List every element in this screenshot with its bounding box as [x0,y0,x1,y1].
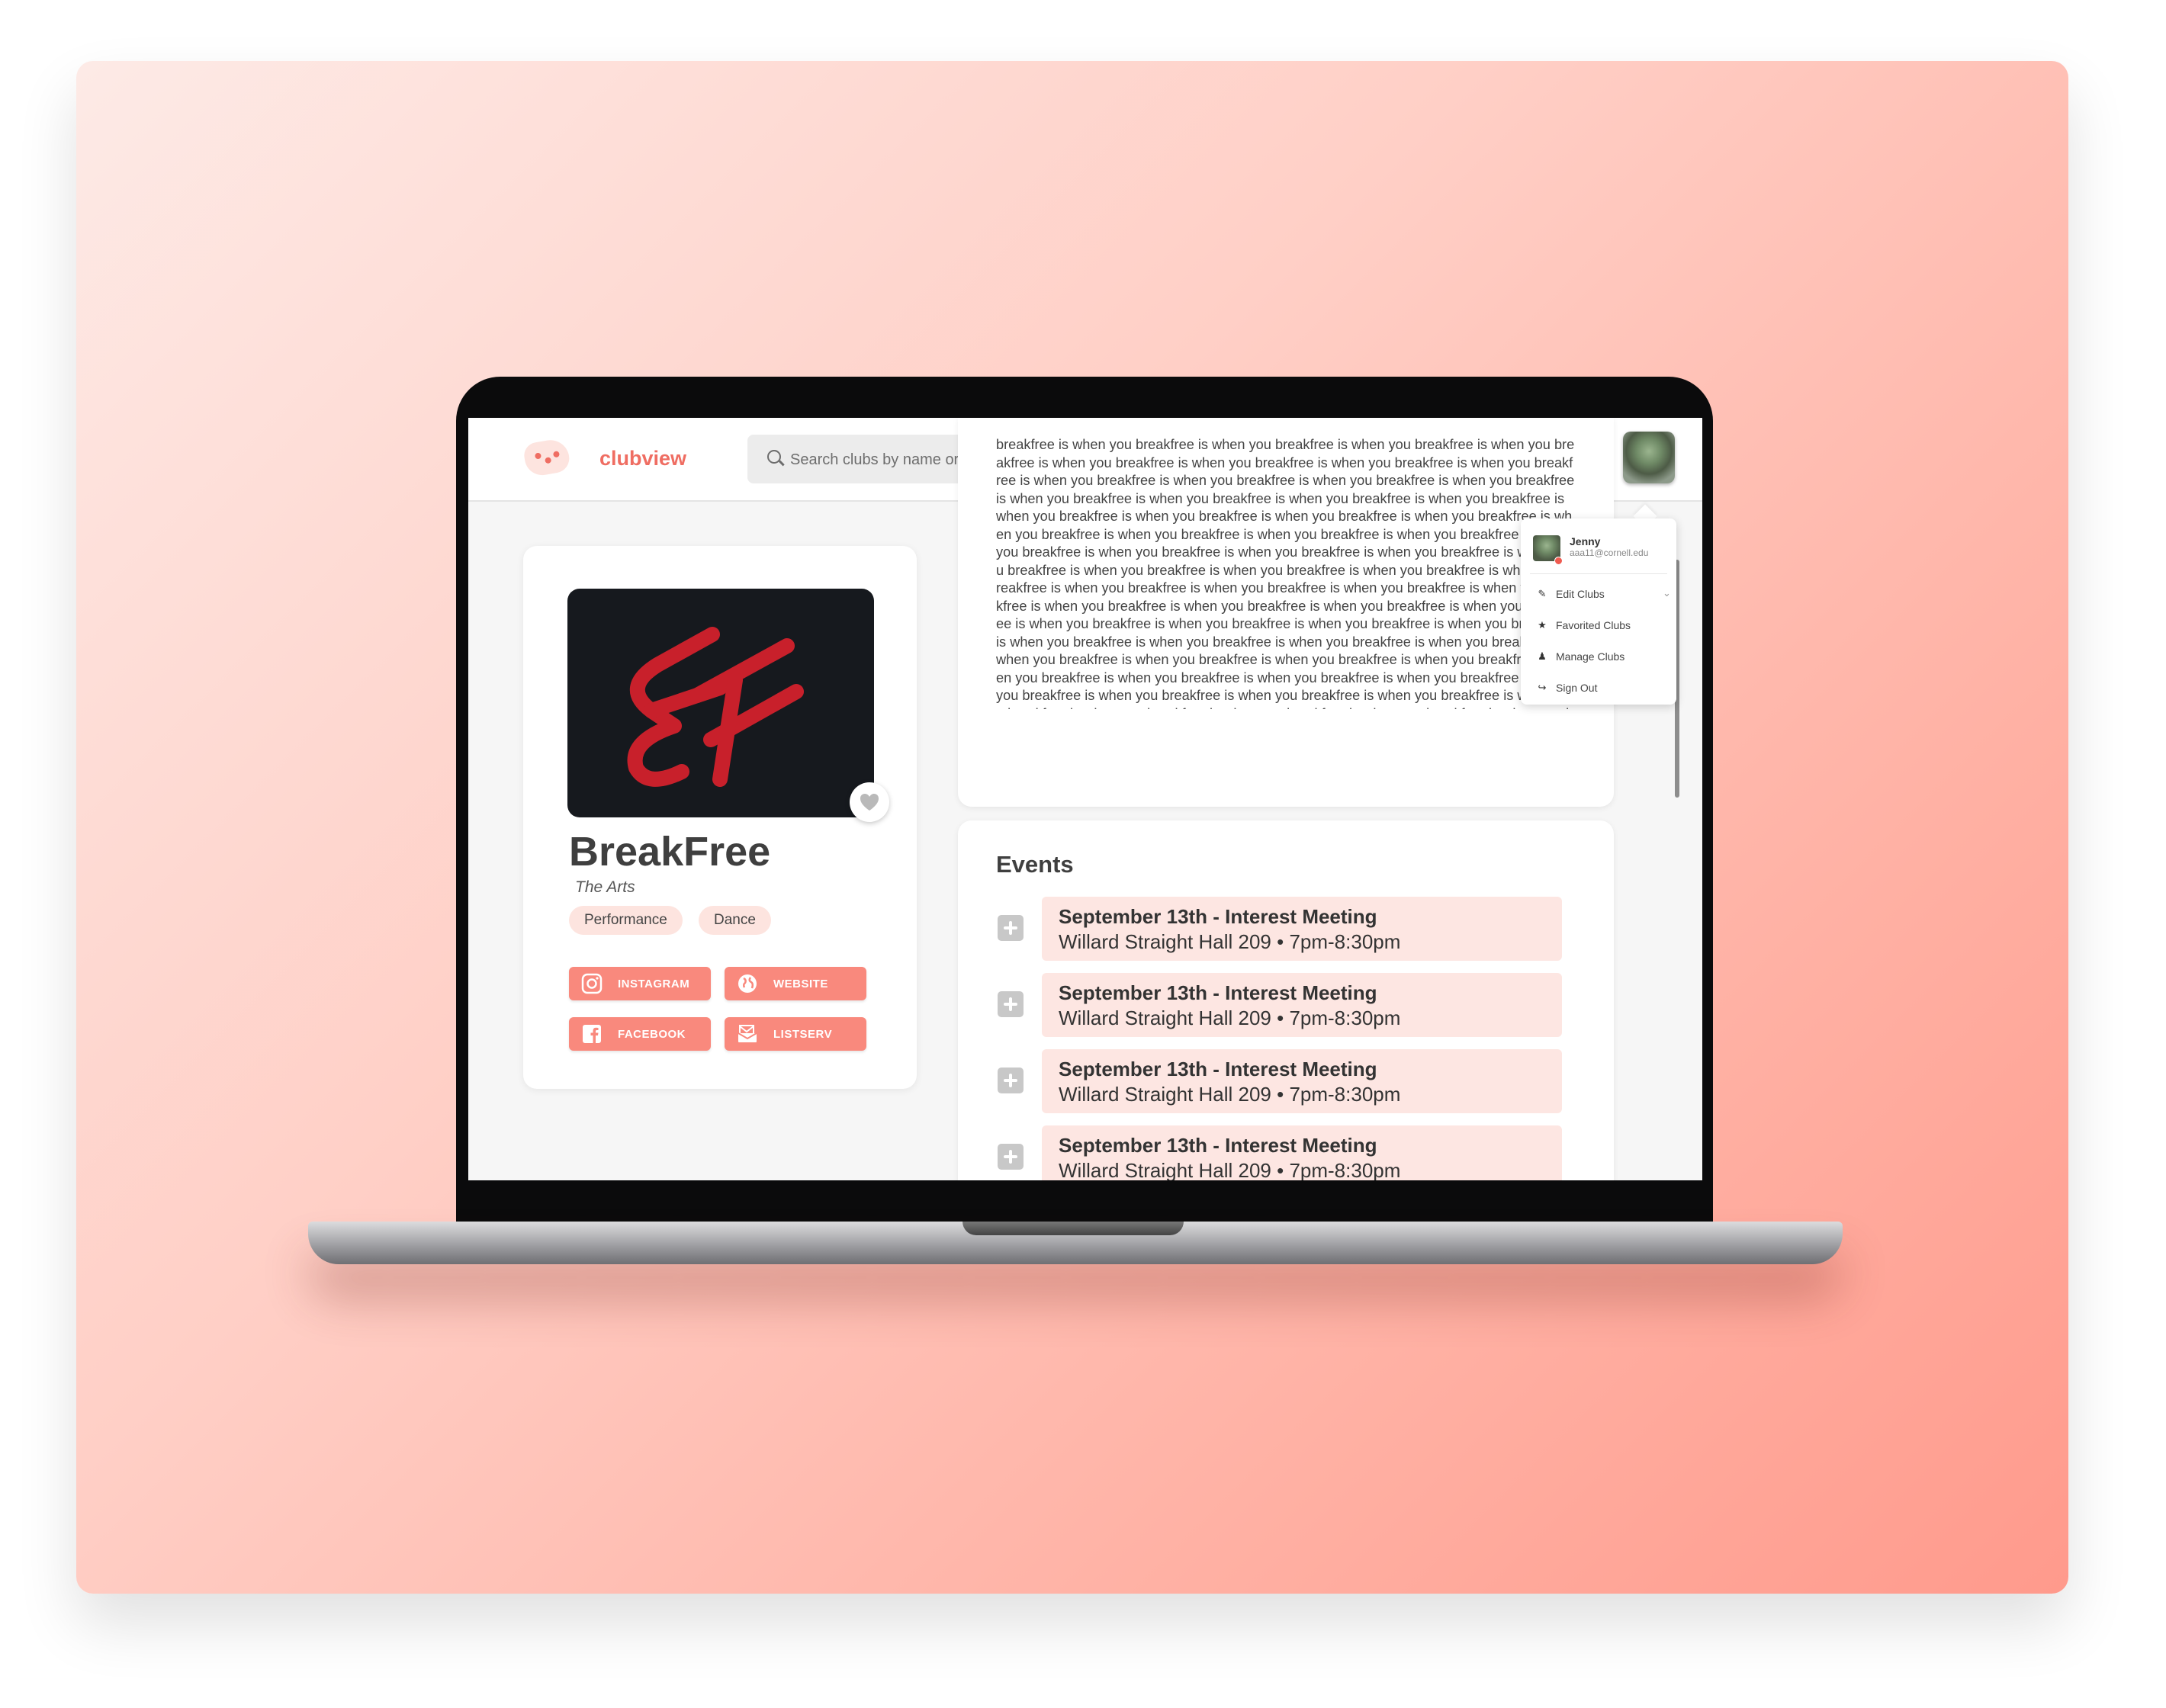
user-dropdown-menu: Jenny aaa11@cornell.edu ✎ Edit Clubs ⌄ ★… [1521,518,1676,705]
event-title: September 13th - Interest Meeting [1059,1134,1377,1157]
globe-icon [738,974,757,993]
add-event-button[interactable] [998,991,1024,1017]
instagram-button[interactable]: INSTAGRAM [569,967,711,1000]
website-button[interactable]: WEBSITE [725,967,866,1000]
facebook-button[interactable]: FACEBOOK [569,1017,711,1051]
menu-item-favorited-clubs[interactable]: ★ Favorited Clubs [1536,617,1673,637]
group-icon: ♟ [1538,650,1547,662]
facebook-label: FACEBOOK [618,1028,686,1041]
pencil-icon: ✎ [1538,588,1547,599]
brand-name[interactable]: clubview [599,447,686,470]
event-location-time: Willard Straight Hall 209 • 7pm-8:30pm [1059,1006,1401,1029]
mail-list-icon [738,1025,757,1042]
event-location-time: Willard Straight Hall 209 • 7pm-8:30pm [1059,1083,1401,1106]
event-item[interactable]: September 13th - Interest Meeting Willar… [1042,897,1562,961]
event-title: September 13th - Interest Meeting [1059,981,1377,1004]
events-card: Events September 13th - Interest Meeting… [958,820,1614,1180]
breakfree-logo-icon [627,627,804,787]
club-description-text: breakfree is when you breakfree is when … [996,437,1575,709]
listserv-button[interactable]: LISTSERV [725,1017,866,1051]
website-label: WEBSITE [773,978,828,990]
laptop-notch [962,1222,1184,1235]
instagram-label: INSTAGRAM [618,978,690,990]
club-name: BreakFree [569,829,771,875]
add-event-button[interactable] [998,1068,1024,1093]
sign-out-icon: ↪ [1538,682,1547,693]
menu-item-edit-clubs[interactable]: ✎ Edit Clubs ⌄ [1536,586,1673,605]
search-icon [767,450,781,464]
events-heading: Events [996,851,1074,878]
user-avatar-button[interactable] [1623,432,1675,483]
online-status-dot [1554,557,1563,565]
event-item[interactable]: September 13th - Interest Meeting Willar… [1042,1049,1562,1113]
event-title: September 13th - Interest Meeting [1059,1058,1377,1080]
facebook-icon [583,1025,601,1043]
menu-item-label: Edit Clubs [1556,588,1605,600]
event-item[interactable]: September 13th - Interest Meeting Willar… [1042,973,1562,1037]
star-icon: ★ [1538,619,1547,631]
add-event-button[interactable] [998,1144,1024,1170]
tag-performance[interactable]: Performance [569,906,683,935]
heart-icon [860,794,879,811]
menu-item-manage-clubs[interactable]: ♟ Manage Clubs [1536,648,1673,668]
menu-item-sign-out[interactable]: ↪ Sign Out [1536,679,1673,699]
event-title: September 13th - Interest Meeting [1059,905,1377,928]
menu-user-email: aaa11@cornell.edu [1570,547,1649,558]
event-location-time: Willard Straight Hall 209 • 7pm-8:30pm [1059,930,1401,953]
menu-item-label: Sign Out [1556,682,1598,694]
club-description-card: breakfree is when you breakfree is when … [958,418,1614,807]
favorite-button[interactable] [850,782,889,822]
club-category: The Arts [575,878,635,896]
event-location-time: Willard Straight Hall 209 • 7pm-8:30pm [1059,1159,1401,1180]
chevron-down-icon: ⌄ [1663,587,1671,599]
menu-user-name: Jenny [1570,535,1601,547]
clubview-logo-icon[interactable] [522,437,572,478]
add-event-button[interactable] [998,915,1024,941]
listserv-label: LISTSERV [773,1028,833,1041]
club-profile-card: BreakFree The Arts Performance Dance INS… [523,546,917,1089]
club-logo-image [567,589,874,817]
event-item[interactable]: September 13th - Interest Meeting Willar… [1042,1125,1562,1180]
menu-item-label: Favorited Clubs [1556,619,1631,631]
app-screen: clubview BreakFree The [468,418,1702,1180]
menu-divider [1530,573,1667,574]
tag-dance[interactable]: Dance [699,906,771,935]
instagram-icon [581,973,603,994]
menu-item-label: Manage Clubs [1556,650,1625,663]
